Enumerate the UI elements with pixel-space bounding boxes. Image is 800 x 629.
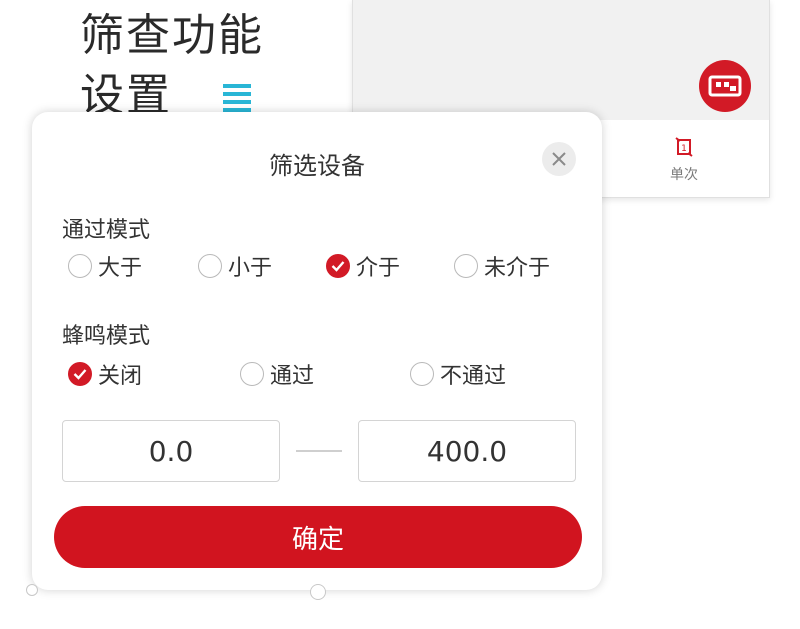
radio-label: 大于 bbox=[98, 256, 143, 281]
radio-label: 小于 bbox=[228, 256, 273, 281]
radio-buzzer-fail[interactable]: 不通过 bbox=[410, 358, 506, 390]
radio-indicator bbox=[410, 362, 434, 386]
annotation-line-1: 筛查功能 bbox=[80, 10, 264, 61]
tab-single-label: 单次 bbox=[670, 167, 698, 183]
range-separator bbox=[296, 450, 342, 452]
tab-single[interactable]: 1 单次 bbox=[649, 136, 719, 184]
decorative-handle-left bbox=[26, 584, 38, 596]
radio-pass-greater[interactable]: 大于 bbox=[68, 250, 142, 282]
brand-logo-icon bbox=[708, 75, 742, 97]
confirm-button[interactable]: 确定 bbox=[54, 506, 582, 568]
svg-text:1: 1 bbox=[681, 144, 687, 154]
radio-label: 未介于 bbox=[484, 256, 551, 281]
range-min-input[interactable]: 0.0 bbox=[62, 420, 280, 482]
single-mode-icon: 1 bbox=[675, 137, 693, 157]
radio-label: 通过 bbox=[270, 364, 315, 389]
radio-pass-less[interactable]: 小于 bbox=[198, 250, 272, 282]
radio-indicator-checked bbox=[326, 254, 350, 278]
radio-pass-between[interactable]: 介于 bbox=[326, 250, 400, 282]
radio-buzzer-pass[interactable]: 通过 bbox=[240, 358, 314, 390]
check-icon bbox=[331, 261, 345, 272]
radio-label: 关闭 bbox=[98, 364, 143, 389]
close-icon bbox=[552, 152, 566, 166]
radio-indicator bbox=[198, 254, 222, 278]
radio-label: 介于 bbox=[356, 256, 401, 281]
radio-indicator bbox=[454, 254, 478, 278]
pass-mode-label: 通过模式 bbox=[62, 218, 151, 243]
radio-label: 不通过 bbox=[440, 364, 507, 389]
radio-pass-not-between[interactable]: 未介于 bbox=[454, 250, 550, 282]
radio-buzzer-off[interactable]: 关闭 bbox=[68, 358, 142, 390]
check-icon bbox=[73, 369, 87, 380]
radio-indicator bbox=[240, 362, 264, 386]
buzzer-mode-label: 蜂鸣模式 bbox=[62, 324, 151, 349]
decorative-handle-bottom bbox=[310, 584, 326, 600]
range-max-input[interactable]: 400.0 bbox=[358, 420, 576, 482]
close-button[interactable] bbox=[542, 142, 576, 176]
dialog-title: 筛选设备 bbox=[269, 152, 365, 180]
filter-dialog: 筛选设备 通过模式 大于 小于 介于 未介于 蜂鸣模式 关闭 通过 不通过 0.… bbox=[26, 112, 602, 600]
radio-indicator-checked bbox=[68, 362, 92, 386]
brand-logo-button[interactable] bbox=[699, 60, 751, 112]
radio-indicator bbox=[68, 254, 92, 278]
